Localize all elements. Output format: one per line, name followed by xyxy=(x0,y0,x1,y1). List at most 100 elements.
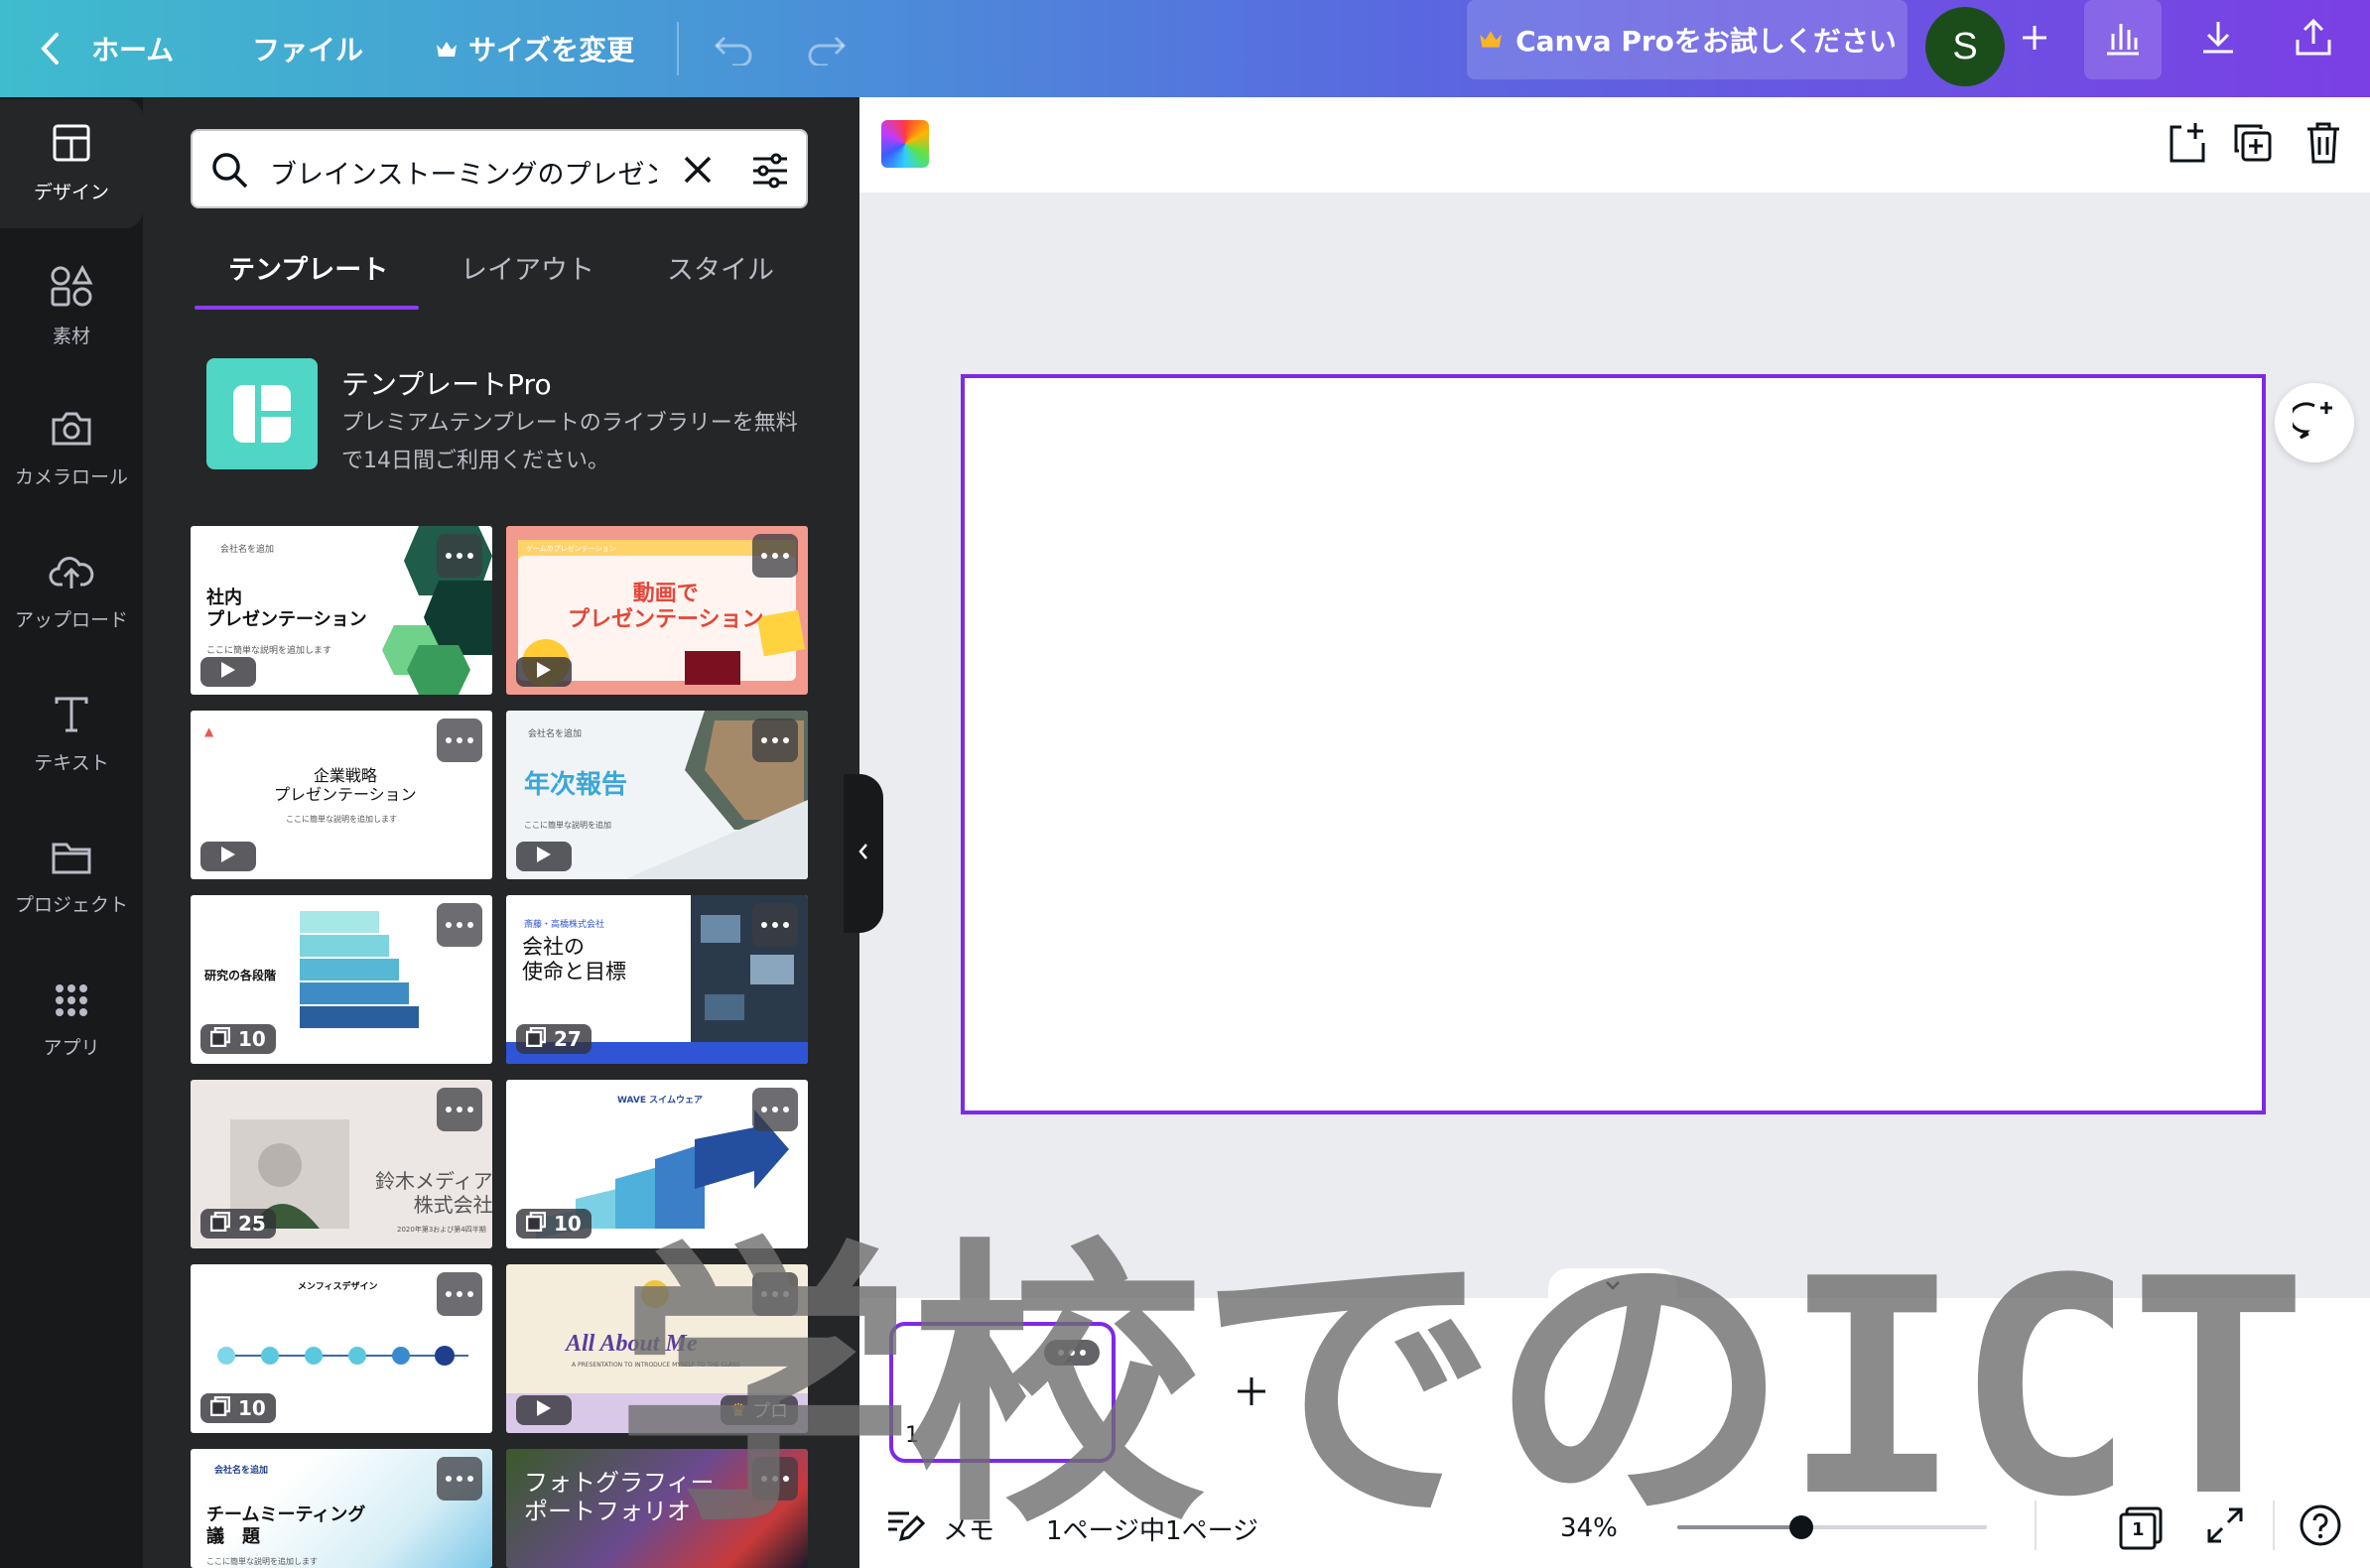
more-options-button[interactable] xyxy=(437,534,482,578)
template-thumbnail[interactable]: 研究の各段階 10 xyxy=(191,895,492,1064)
play-icon xyxy=(219,660,237,684)
more-options-button[interactable] xyxy=(437,1457,482,1501)
template-pro-card[interactable]: テンプレートPro プレミアムテンプレートのライブラリーを無料で14日間ご利用く… xyxy=(204,357,820,486)
duplicate-page-icon[interactable] xyxy=(2233,123,2273,167)
sidebar-item-apps[interactable]: アプリ xyxy=(0,957,143,1086)
sidebar-item-label: アップロード xyxy=(14,609,128,631)
play-icon xyxy=(535,845,553,868)
download-icon xyxy=(2198,18,2238,62)
template-thumbnail[interactable]: 会社名を追加 年次報告 ここに簡単な説明を追加 xyxy=(506,711,808,879)
page-count-badge: 27 xyxy=(516,1024,592,1054)
template-title: 企業戦略 プレゼンテーション xyxy=(274,766,417,805)
pages-icon xyxy=(525,1211,547,1237)
share-upload-icon xyxy=(2293,18,2334,62)
video-play-badge xyxy=(200,657,256,687)
pages-icon xyxy=(209,1211,231,1237)
resize-label: サイズを変更 xyxy=(468,34,635,66)
insights-button[interactable] xyxy=(2084,0,2162,79)
template-corner-text: 斎藤・高橋株式会社 xyxy=(524,920,605,930)
template-corner-text: 会社名を追加 xyxy=(528,729,583,739)
page-toolbar xyxy=(859,97,2370,193)
more-options-button[interactable] xyxy=(437,719,482,762)
sidebar-item-uploads[interactable]: アップロード xyxy=(0,528,143,657)
template-pro-title: テンプレートPro xyxy=(341,368,552,401)
tab-layouts[interactable]: レイアウト xyxy=(461,248,594,287)
cloud-upload-icon xyxy=(49,553,94,595)
template-title: 社内 プレゼンテーション xyxy=(206,588,367,630)
template-subtitle: ここに簡単な説明を追加 xyxy=(524,821,611,830)
camera-icon xyxy=(50,410,93,453)
template-thumbnail[interactable]: 会社名を追加 チームミーティング 議 題 ここに簡単な説明を追加します xyxy=(191,1449,492,1568)
sidebar-item-camera-roll[interactable]: カメラロール xyxy=(0,385,143,514)
page-count: 10 xyxy=(238,1396,266,1420)
template-thumbnail[interactable]: 斎藤・高橋株式会社 会社の 使命と目標 27 xyxy=(506,895,808,1064)
crown-icon xyxy=(435,39,459,59)
toolbar-divider xyxy=(677,22,679,75)
tab-templates[interactable]: テンプレート xyxy=(228,248,388,287)
file-menu-button[interactable]: ファイル xyxy=(252,0,363,97)
help-question-icon xyxy=(2299,1503,2342,1554)
share-button[interactable] xyxy=(2275,0,2352,79)
sidebar-item-label: テキスト xyxy=(34,752,109,774)
template-title: メンフィスデザイン xyxy=(298,1282,378,1292)
page-count-badge: 10 xyxy=(200,1024,276,1054)
undo-button[interactable] xyxy=(713,0,756,97)
help-button[interactable] xyxy=(2299,1499,2342,1558)
template-search-input[interactable]: ブレインストーミングのプレゼン xyxy=(191,129,808,208)
page-count: 10 xyxy=(554,1212,582,1236)
template-title: WAVE スイムウェア xyxy=(617,1096,703,1106)
trash-icon[interactable] xyxy=(2304,121,2342,169)
resize-button[interactable]: サイズを変更 xyxy=(435,0,634,97)
search-icon xyxy=(210,151,250,195)
add-comment-button[interactable] xyxy=(2275,383,2354,462)
template-pro-description: プレミアムテンプレートのライブラリーを無料で14日間ご利用ください。 xyxy=(341,411,798,473)
page-count-badge: 10 xyxy=(516,1209,592,1239)
video-play-badge xyxy=(200,842,256,871)
video-play-badge xyxy=(516,657,572,687)
template-subtitle: 2020年第3および第4四半期 xyxy=(397,1226,486,1234)
more-options-button[interactable] xyxy=(752,903,798,947)
add-collaborator-button[interactable] xyxy=(2005,0,2064,79)
template-thumbnail[interactable]: ゲームのプレゼンテーション 動画で プレゼンテーション xyxy=(506,526,808,695)
add-page-icon[interactable] xyxy=(2168,121,2207,169)
pages-icon xyxy=(525,1026,547,1052)
tab-styles[interactable]: スタイル xyxy=(667,248,774,287)
more-options-button[interactable] xyxy=(437,1272,482,1316)
sidebar-item-elements[interactable]: 素材 xyxy=(0,242,143,371)
try-pro-button[interactable]: Canva Proをお試しください xyxy=(1467,0,1908,79)
page-count: 25 xyxy=(238,1212,266,1236)
sidebar-item-label: アプリ xyxy=(43,1037,100,1059)
template-subtitle: ここに簡単な説明を追加します xyxy=(206,1557,318,1566)
home-button[interactable]: ホーム xyxy=(40,0,174,97)
apps-grid-icon xyxy=(54,982,89,1023)
more-options-button[interactable] xyxy=(437,903,482,947)
template-thumbnail[interactable]: 会社名を追加 社内 プレゼンテーション ここに簡単な説明を追加します xyxy=(191,526,492,695)
comment-add-icon xyxy=(2289,400,2336,446)
redo-button[interactable] xyxy=(804,0,848,97)
more-options-button[interactable] xyxy=(752,534,798,578)
avatar[interactable]: S xyxy=(1925,7,2005,86)
template-thumbnail[interactable]: 鈴木メディア 株式会社 2020年第3および第4四半期 25 xyxy=(191,1080,492,1248)
pages-icon xyxy=(209,1026,231,1052)
video-play-badge xyxy=(516,1395,572,1425)
template-title: 研究の各段階 xyxy=(204,969,277,982)
play-icon xyxy=(219,845,237,868)
template-thumbnail[interactable]: メンフィスデザイン 10 xyxy=(191,1264,492,1433)
background-color-picker[interactable] xyxy=(881,120,929,168)
sidebar-item-label: プロジェクト xyxy=(14,894,128,916)
page-count-badge: 25 xyxy=(200,1209,276,1239)
template-thumbnail[interactable]: ▲ 企業戦略 プレゼンテーション ここに簡単な説明を追加します xyxy=(191,711,492,879)
download-button[interactable] xyxy=(2179,0,2257,79)
sidebar-item-projects[interactable]: プロジェクト xyxy=(0,814,143,943)
template-title: 鈴木メディア 株式会社 xyxy=(375,1169,492,1217)
clear-search-icon[interactable] xyxy=(681,153,715,191)
filter-sliders-icon[interactable] xyxy=(750,151,790,195)
more-options-button[interactable] xyxy=(752,719,798,762)
more-options-button[interactable] xyxy=(752,1088,798,1131)
sidebar-item-design[interactable]: デザイン xyxy=(0,99,143,228)
design-page[interactable] xyxy=(961,374,2266,1114)
home-label: ホーム xyxy=(91,34,175,66)
more-options-button[interactable] xyxy=(437,1088,482,1131)
sidebar-item-text[interactable]: テキスト xyxy=(0,671,143,800)
collapse-panel-button[interactable] xyxy=(844,774,883,933)
